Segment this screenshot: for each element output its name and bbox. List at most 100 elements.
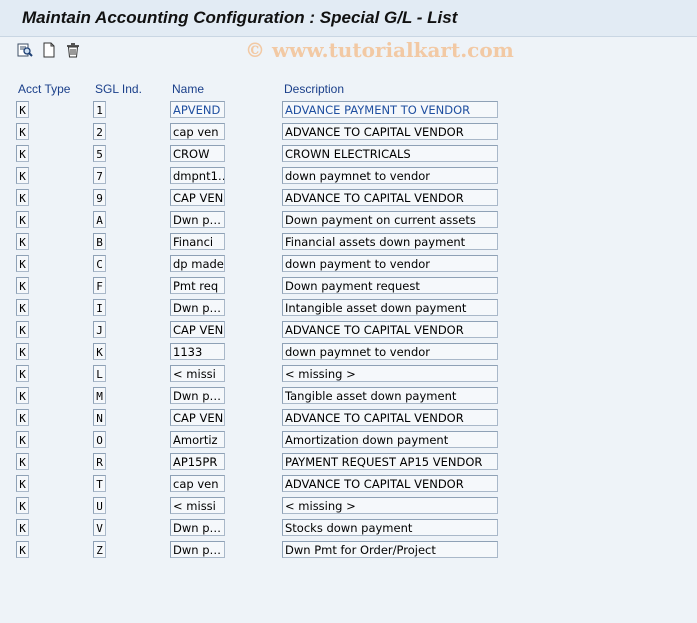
sgl-ind-field[interactable]: F [93, 277, 106, 294]
sgl-ind-field[interactable]: 1 [93, 101, 106, 118]
name-field[interactable]: CROW [170, 145, 225, 162]
name-field[interactable]: < missi [170, 497, 225, 514]
column-header-sgl-ind[interactable]: SGL Ind. [95, 82, 142, 96]
acct-type-field[interactable]: K [16, 343, 29, 360]
name-field[interactable]: dp made [170, 255, 225, 272]
description-field[interactable]: Down payment on current assets [282, 211, 498, 228]
acct-type-field[interactable]: K [16, 255, 29, 272]
name-field[interactable]: CAP VEN [170, 189, 225, 206]
table-row[interactable]: K A Dwn p… Down payment on current assets [0, 211, 697, 231]
table-row[interactable]: K I Dwn p… Intangible asset down payment [0, 299, 697, 319]
description-field[interactable]: down payment to vendor [282, 255, 498, 272]
new-entries-button[interactable] [41, 42, 57, 59]
description-field[interactable]: ADVANCE TO CAPITAL VENDOR [282, 123, 498, 140]
sgl-ind-field[interactable]: U [93, 497, 106, 514]
table-row[interactable]: K O Amortiz Amortization down payment [0, 431, 697, 451]
sgl-ind-field[interactable]: I [93, 299, 106, 316]
table-row[interactable]: K 7 dmpnt1… down paymnet to vendor [0, 167, 697, 187]
description-field[interactable]: Financial assets down payment [282, 233, 498, 250]
description-field[interactable]: Intangible asset down payment [282, 299, 498, 316]
description-field[interactable]: Down payment request [282, 277, 498, 294]
name-field[interactable]: cap ven [170, 123, 225, 140]
sgl-ind-field[interactable]: J [93, 321, 106, 338]
acct-type-field[interactable]: K [16, 497, 29, 514]
name-field[interactable]: APVEND [170, 101, 225, 118]
acct-type-field[interactable]: K [16, 321, 29, 338]
description-field[interactable]: PAYMENT REQUEST AP15 VENDOR [282, 453, 498, 470]
acct-type-field[interactable]: K [16, 277, 29, 294]
sgl-ind-field[interactable]: M [93, 387, 106, 404]
description-field[interactable]: ADVANCE TO CAPITAL VENDOR [282, 321, 498, 338]
sgl-ind-field[interactable]: A [93, 211, 106, 228]
sgl-ind-field[interactable]: C [93, 255, 106, 272]
name-field[interactable]: dmpnt1… [170, 167, 225, 184]
description-field[interactable]: < missing > [282, 497, 498, 514]
name-field[interactable]: Pmt req [170, 277, 225, 294]
name-field[interactable]: Financi [170, 233, 225, 250]
sgl-ind-field[interactable]: V [93, 519, 106, 536]
acct-type-field[interactable]: K [16, 387, 29, 404]
sgl-ind-field[interactable]: K [93, 343, 106, 360]
table-row[interactable]: K Tcap ven ADVANCE TO CAPITAL VENDOR [0, 475, 697, 495]
sgl-ind-field[interactable]: O [93, 431, 106, 448]
acct-type-field[interactable]: K [16, 145, 29, 162]
table-row[interactable]: K F Pmt req Down payment request [0, 277, 697, 297]
table-row[interactable]: K N CAP VEN ADVANCE TO CAPITAL VENDOR [0, 409, 697, 429]
sgl-ind-field[interactable]: R [93, 453, 106, 470]
acct-type-field[interactable]: K [16, 101, 29, 118]
description-field[interactable]: ADVANCE PAYMENT TO VENDOR [282, 101, 498, 118]
acct-type-field[interactable]: K [16, 167, 29, 184]
table-row[interactable]: K 1 APVEND ADVANCE PAYMENT TO VENDOR [0, 101, 697, 121]
table-row[interactable]: K V Dwn p… Stocks down payment [0, 519, 697, 539]
acct-type-field[interactable]: K [16, 123, 29, 140]
sgl-ind-field[interactable]: L [93, 365, 106, 382]
description-field[interactable]: down paymnet to vendor [282, 343, 498, 360]
table-row[interactable]: K 5 CROW CROWN ELECTRICALS [0, 145, 697, 165]
acct-type-field[interactable]: K [16, 365, 29, 382]
description-field[interactable]: ADVANCE TO CAPITAL VENDOR [282, 189, 498, 206]
sgl-ind-field[interactable]: 5 [93, 145, 106, 162]
sgl-ind-field[interactable]: 7 [93, 167, 106, 184]
table-row[interactable]: K L < missi < missing > [0, 365, 697, 385]
sgl-ind-field[interactable]: 2 [93, 123, 106, 140]
column-header-name[interactable]: Name [172, 82, 204, 96]
acct-type-field[interactable]: K [16, 299, 29, 316]
name-field[interactable]: Dwn p… [170, 541, 225, 558]
acct-type-field[interactable]: K [16, 211, 29, 228]
description-field[interactable]: Dwn Pmt for Order/Project [282, 541, 498, 558]
name-field[interactable]: Amortiz [170, 431, 225, 448]
name-field[interactable]: CAP VEN [170, 409, 225, 426]
column-header-acct-type[interactable]: Acct Type [18, 82, 70, 96]
table-row[interactable]: K M Dwn p… Tangible asset down payment [0, 387, 697, 407]
table-row[interactable]: K R AP15PR PAYMENT REQUEST AP15 VENDOR [0, 453, 697, 473]
description-field[interactable]: CROWN ELECTRICALS [282, 145, 498, 162]
name-field[interactable]: cap ven [170, 475, 225, 492]
description-field[interactable]: Tangible asset down payment [282, 387, 498, 404]
table-row[interactable]: K K 1133 down paymnet to vendor [0, 343, 697, 363]
acct-type-field[interactable]: K [16, 519, 29, 536]
table-row[interactable]: K B Financi Financial assets down payment [0, 233, 697, 253]
sgl-ind-field[interactable]: B [93, 233, 106, 250]
description-field[interactable]: ADVANCE TO CAPITAL VENDOR [282, 409, 498, 426]
name-field[interactable]: Dwn p… [170, 211, 225, 228]
column-header-description[interactable]: Description [284, 82, 344, 96]
sgl-ind-field[interactable]: 9 [93, 189, 106, 206]
acct-type-field[interactable]: K [16, 475, 29, 492]
name-field[interactable]: < missi [170, 365, 225, 382]
sgl-ind-field[interactable]: N [93, 409, 106, 426]
table-row[interactable]: K Cdp made down payment to vendor [0, 255, 697, 275]
table-row[interactable]: K 2 cap ven ADVANCE TO CAPITAL VENDOR [0, 123, 697, 143]
sgl-ind-field[interactable]: Z [93, 541, 106, 558]
table-row[interactable]: K U < missi < missing > [0, 497, 697, 517]
acct-type-field[interactable]: K [16, 431, 29, 448]
description-field[interactable]: ADVANCE TO CAPITAL VENDOR [282, 475, 498, 492]
acct-type-field[interactable]: K [16, 189, 29, 206]
sgl-ind-field[interactable]: T [93, 475, 106, 492]
description-field[interactable]: Amortization down payment [282, 431, 498, 448]
acct-type-field[interactable]: K [16, 541, 29, 558]
description-field[interactable]: down paymnet to vendor [282, 167, 498, 184]
acct-type-field[interactable]: K [16, 233, 29, 250]
table-row[interactable]: K 9 CAP VEN ADVANCE TO CAPITAL VENDOR [0, 189, 697, 209]
table-row[interactable]: K J CAP VEN ADVANCE TO CAPITAL VENDOR [0, 321, 697, 341]
name-field[interactable]: Dwn p… [170, 519, 225, 536]
